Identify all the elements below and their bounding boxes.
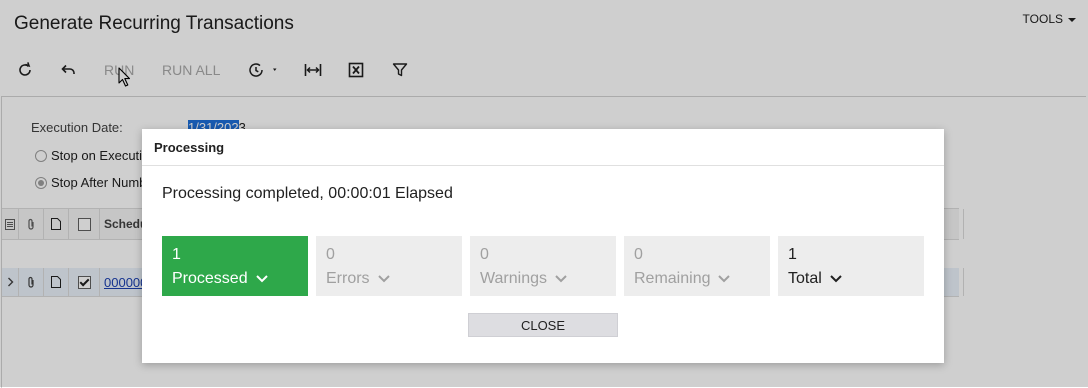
- warnings-label: Warnings: [480, 270, 547, 287]
- processing-dialog: Processing Processing completed, 00:00:0…: [142, 129, 944, 363]
- processed-label: Processed: [172, 270, 248, 287]
- total-count: 1: [788, 246, 797, 263]
- chevron-down-icon: [830, 274, 842, 282]
- remaining-tile[interactable]: 0 Remaining: [624, 236, 770, 296]
- total-label: Total: [788, 270, 822, 287]
- chevron-down-icon: [555, 274, 567, 282]
- chevron-down-icon: [718, 274, 731, 282]
- processed-count: 1: [172, 246, 181, 263]
- remaining-count: 0: [634, 246, 643, 263]
- processing-message: Processing completed, 00:00:01 Elapsed: [162, 185, 453, 202]
- total-tile[interactable]: 1 Total: [778, 236, 924, 296]
- close-button[interactable]: CLOSE: [468, 313, 618, 337]
- processed-tile[interactable]: 1 Processed: [162, 236, 308, 296]
- chevron-down-icon: [377, 274, 390, 282]
- warnings-tile[interactable]: 0 Warnings: [470, 236, 616, 296]
- chevron-down-icon: [255, 274, 268, 282]
- errors-count: 0: [326, 246, 335, 263]
- errors-tile[interactable]: 0 Errors: [316, 236, 462, 296]
- dialog-title: Processing: [142, 129, 944, 166]
- remaining-label: Remaining: [634, 270, 711, 287]
- errors-label: Errors: [326, 270, 370, 287]
- page: Generate Recurring Transactions TOOLS RU…: [0, 0, 1088, 388]
- warnings-count: 0: [480, 246, 489, 263]
